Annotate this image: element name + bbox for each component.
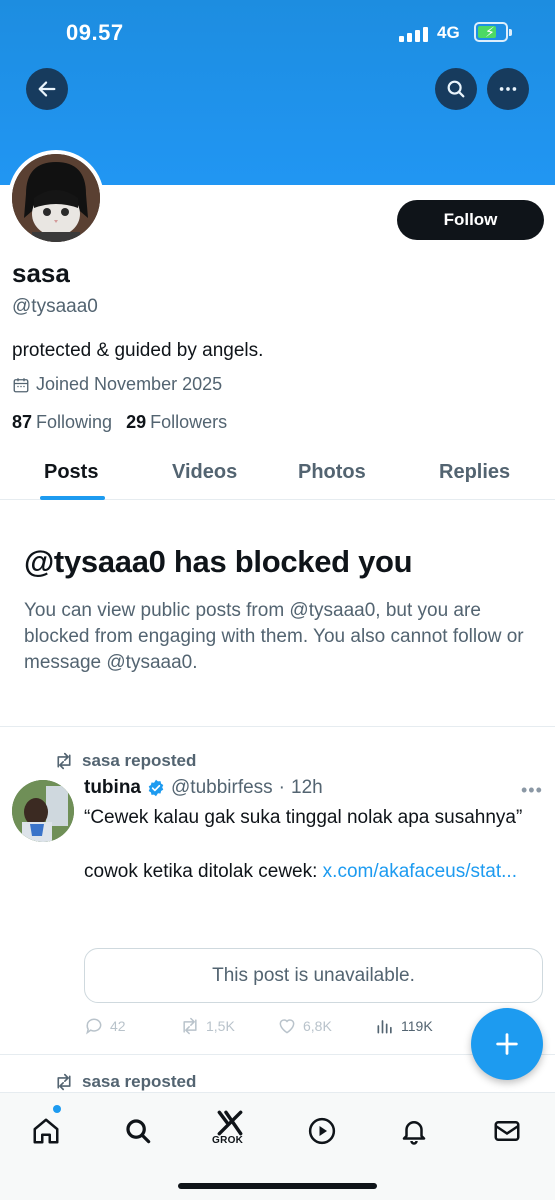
joined-date: Joined November 2025 <box>12 374 222 395</box>
post-header: tubina @tubbirfess · 12h <box>84 777 323 799</box>
analytics-icon <box>377 1020 392 1034</box>
display-name: sasa <box>12 258 70 288</box>
post-link[interactable]: x.com/akafaceus/stat... <box>323 861 517 882</box>
nav-video[interactable] <box>302 1111 342 1151</box>
post-more-icon[interactable]: ••• <box>521 780 543 801</box>
calendar-icon <box>13 377 29 392</box>
quoted-post-unavailable: This post is unavailable. <box>84 948 543 1003</box>
plus-icon <box>496 1033 518 1055</box>
cat-avatar-image <box>12 154 100 242</box>
signal-icon <box>399 26 428 42</box>
post-separator: · <box>278 777 285 798</box>
mail-icon <box>494 1121 520 1141</box>
follow-stats: 87 Following 29 Followers <box>12 412 227 433</box>
reply-button[interactable]: 42 <box>84 1016 126 1036</box>
bell-icon <box>402 1121 426 1145</box>
followers-link[interactable]: 29 Followers <box>126 412 227 433</box>
tab-photos[interactable]: Photos <box>298 461 366 484</box>
nav-messages[interactable] <box>487 1111 527 1151</box>
next-repost-indicator[interactable]: sasa reposted <box>54 1072 196 1092</box>
tab-videos[interactable]: Videos <box>172 461 237 484</box>
profile-tabs: Posts Videos Photos Replies <box>0 450 555 500</box>
quote-unavailable-label: This post is unavailable. <box>212 964 415 986</box>
back-button[interactable] <box>26 68 68 110</box>
battery-icon: ⚡ <box>474 22 508 42</box>
heart-icon <box>279 1019 295 1034</box>
follow-button[interactable]: Follow <box>397 200 544 240</box>
home-icon <box>33 1118 59 1144</box>
status-time: 09.57 <box>66 20 124 45</box>
home-notification-dot <box>53 1105 61 1113</box>
compose-button[interactable] <box>471 1008 543 1080</box>
post-text: “Cewek kalau gak suka tinggal nolak apa … <box>84 804 524 885</box>
post-author-name[interactable]: tubina <box>84 777 141 799</box>
active-tab-indicator <box>40 496 105 500</box>
reply-count: 42 <box>110 1018 126 1034</box>
repost-button[interactable]: 1,5K <box>180 1016 235 1036</box>
search-icon <box>126 1119 151 1144</box>
views-count: 119K <box>401 1018 433 1034</box>
post-time: 12h <box>291 777 323 798</box>
like-button[interactable]: 6,8K <box>277 1016 332 1036</box>
grok-label: GROK <box>212 1135 244 1146</box>
battery-tip <box>509 29 512 36</box>
tab-posts[interactable]: Posts <box>44 461 98 484</box>
author-avatar-image <box>12 780 74 842</box>
post-author-avatar[interactable] <box>12 780 74 842</box>
profile-avatar[interactable] <box>8 150 104 246</box>
reply-icon <box>86 1018 102 1035</box>
home-indicator <box>178 1183 377 1189</box>
blocked-message: You can view public posts from @tysaaa0,… <box>24 600 524 673</box>
verified-badge-icon <box>148 779 164 797</box>
repost-label: sasa reposted <box>82 751 197 770</box>
followers-count: 29 <box>126 412 147 432</box>
next-repost-label: sasa reposted <box>82 1072 197 1091</box>
repost-icon <box>57 1073 71 1091</box>
arrow-left-icon <box>38 81 56 97</box>
repost-count: 1,5K <box>206 1018 235 1034</box>
profile-bio: protected & guided by angels. <box>12 340 264 361</box>
repost-indicator[interactable]: sasa reposted <box>54 751 196 771</box>
joined-label: Joined November 2025 <box>36 374 223 394</box>
following-count: 87 <box>12 412 33 432</box>
views-button[interactable]: 119K <box>375 1016 433 1036</box>
section-divider <box>0 726 555 727</box>
network-type: 4G <box>437 23 460 42</box>
nav-home[interactable] <box>26 1111 66 1151</box>
profile-handle: @tysaaa0 <box>12 296 98 317</box>
following-label: Following <box>36 412 113 432</box>
more-button[interactable] <box>487 68 529 110</box>
following-link[interactable]: 87 Following <box>12 412 112 433</box>
nav-search[interactable] <box>118 1111 158 1151</box>
like-count: 6,8K <box>303 1018 332 1034</box>
tab-replies[interactable]: Replies <box>439 461 510 484</box>
followers-label: Followers <box>150 412 228 432</box>
post-author-handle[interactable]: @tubbirfess <box>171 777 273 799</box>
status-bar: 09.57 4G ⚡ <box>0 0 555 66</box>
search-button[interactable] <box>435 68 477 110</box>
search-icon <box>447 80 465 98</box>
more-horizontal-icon <box>499 87 517 91</box>
nav-notifications[interactable] <box>394 1111 434 1151</box>
blocked-title: @tysaaa0 has blocked you <box>24 544 413 579</box>
repost-icon <box>57 752 71 770</box>
post-actions: 42 1,5K 6,8K 119K <box>84 1016 484 1038</box>
repost-action-icon <box>183 1017 197 1035</box>
play-circle-icon <box>308 1117 336 1145</box>
